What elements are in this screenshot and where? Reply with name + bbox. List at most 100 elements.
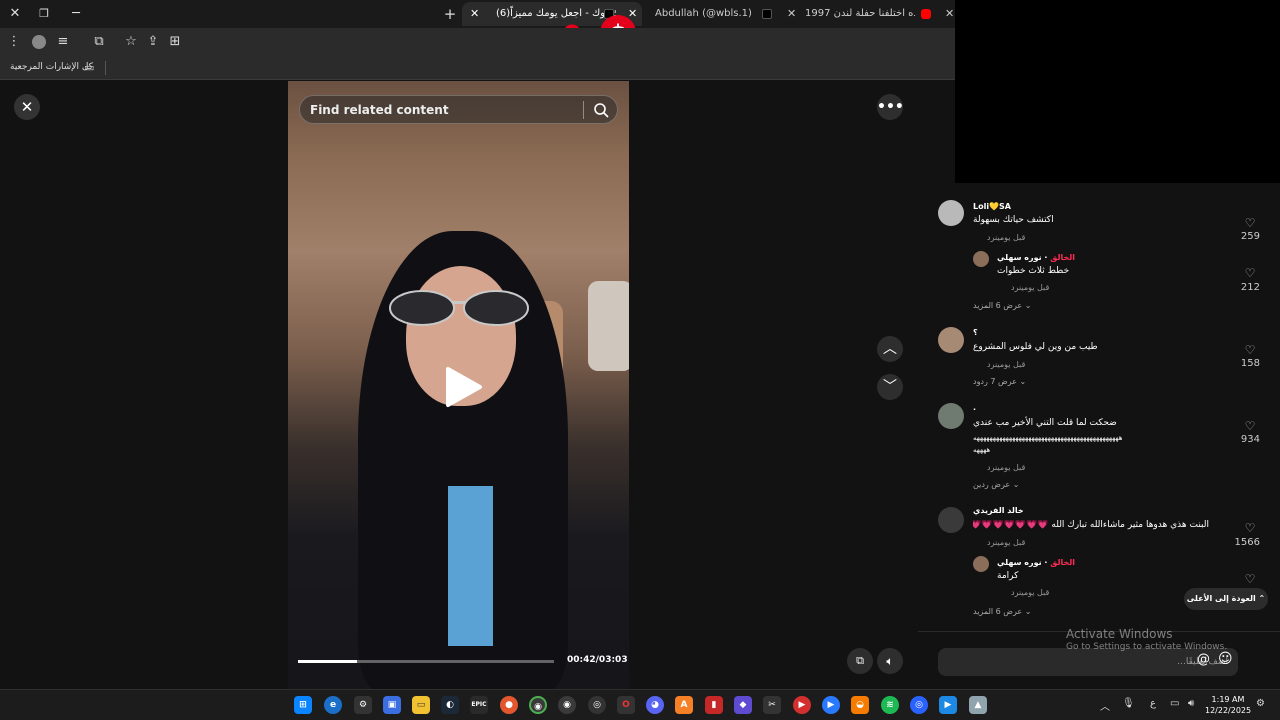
discord-icon[interactable]: ◕	[646, 696, 664, 714]
view-more-replies[interactable]: عرض ردين ⌄	[973, 480, 1019, 489]
video-player[interactable]	[288, 81, 629, 689]
app-icon[interactable]: ▶	[939, 696, 957, 714]
volume-button[interactable]: 🔈︎	[877, 648, 903, 674]
more-options-button[interactable]: •••	[877, 94, 904, 120]
settings-icon[interactable]: ⚙	[354, 696, 372, 714]
reply-username[interactable]: نوره سهلي	[997, 253, 1042, 262]
view-more-replies[interactable]: عرض 6 المزيد ⌄	[973, 301, 1031, 310]
explorer-icon[interactable]: ▭	[412, 696, 430, 714]
like-heart-icon[interactable]: ♡	[1244, 267, 1256, 279]
start-icon[interactable]: ⊞	[294, 696, 312, 714]
capcut-icon[interactable]: ✂	[763, 696, 781, 714]
close-window-icon[interactable]: ✕	[5, 4, 25, 24]
search-input[interactable]	[310, 96, 570, 123]
floating-player-button[interactable]: ⧉	[847, 648, 873, 674]
store-icon[interactable]: ▣	[383, 696, 401, 714]
emoji-icon[interactable]: ☺	[1218, 651, 1233, 667]
edge-icon[interactable]: e	[324, 696, 342, 714]
video-progress-bar[interactable]	[298, 660, 554, 663]
tab-close-icon[interactable]: ✕	[945, 2, 954, 26]
chrome-profile-icon[interactable]: ◉	[558, 696, 576, 714]
like-heart-icon[interactable]: ♡	[1244, 573, 1256, 585]
bookmark-star-icon[interactable]: ☆	[122, 33, 140, 51]
photos-icon[interactable]: ▲	[969, 696, 987, 714]
notifications-icon[interactable]: ⚙	[1256, 698, 1265, 709]
app-icon[interactable]: ◆	[734, 696, 752, 714]
speaker-icon[interactable]: 🔊︎	[1188, 698, 1194, 709]
reply-button[interactable]: رد	[1011, 588, 1019, 597]
tab-youtube[interactable]: ✕ محمد عبده اختلفنا حفلة لندن 1997 ✕	[785, 2, 955, 26]
reply-button[interactable]: رد	[1011, 283, 1019, 292]
video-person-shirt	[448, 486, 493, 646]
avatar[interactable]	[938, 507, 964, 533]
tray-chevron-icon[interactable]: ︿	[1100, 698, 1110, 713]
back-to-top-button[interactable]: العودة إلى الأعلى ⌃	[1184, 588, 1268, 610]
opera-icon[interactable]: O	[617, 696, 635, 714]
like-heart-icon[interactable]: ♡	[1244, 344, 1256, 356]
menu-dots-icon[interactable]: ⋮	[5, 33, 23, 51]
next-video-button[interactable]: ﹀	[877, 374, 903, 400]
language-indicator[interactable]: ع	[1150, 698, 1156, 709]
creator-tag: الخالق	[1050, 558, 1075, 567]
media-controls-icon[interactable]: ≡	[54, 33, 72, 51]
reply-button[interactable]: رد	[987, 233, 995, 242]
search-icon[interactable]	[593, 102, 609, 118]
comment-username[interactable]: خالد الفريدي	[973, 506, 1024, 515]
all-bookmarks-link[interactable]: كل الإشارات المرجعية	[10, 62, 93, 72]
app-icon[interactable]: ●	[500, 696, 518, 714]
app-icon[interactable]: ▶	[822, 696, 840, 714]
like-heart-icon[interactable]: ♡	[1244, 522, 1256, 534]
tab-close-icon[interactable]: ✕	[787, 2, 796, 26]
app-icon[interactable]: ◎	[910, 696, 928, 714]
reply-button[interactable]: رد	[987, 538, 995, 547]
avatar[interactable]	[973, 556, 989, 572]
spotify-icon[interactable]: ≋	[881, 696, 899, 714]
close-video-button[interactable]: ✕	[14, 94, 40, 120]
like-heart-icon[interactable]: ♡	[1244, 420, 1256, 432]
comment-username[interactable]: ؟	[973, 328, 978, 337]
restore-window-icon[interactable]: ❐	[34, 4, 54, 24]
app-icon[interactable]: ◎	[588, 696, 606, 714]
network-icon[interactable]: ▭	[1170, 698, 1179, 709]
view-more-replies[interactable]: عرض 6 المزيد ⌄	[973, 607, 1031, 616]
play-icon[interactable]	[440, 365, 484, 409]
tab-close-icon[interactable]: ✕	[470, 2, 479, 26]
comment-text-continued: هههههههههههههههههههههههههههههههههههههههه…	[973, 434, 1123, 442]
creator-tag: الخالق	[1050, 253, 1075, 262]
microphone-icon[interactable]: 🎙︎	[1122, 698, 1135, 709]
app-icon[interactable]: ▮	[705, 696, 723, 714]
reply-button[interactable]: رد	[987, 360, 995, 369]
view-more-replies[interactable]: عرض 7 ردود ⌄	[973, 377, 1026, 386]
app-icon-active[interactable]: ◒	[851, 696, 869, 714]
mention-icon[interactable]: @	[1197, 652, 1210, 667]
clock-time: 1:19 AM	[1211, 695, 1245, 704]
comment-input[interactable]	[938, 648, 1238, 676]
epic-games-icon[interactable]: EPIC	[470, 696, 488, 714]
avatar[interactable]	[938, 200, 964, 226]
system-clock[interactable]: 1:19 AM 12/22/2025	[1205, 694, 1251, 716]
steam-icon[interactable]: ◐	[441, 696, 459, 714]
reply-username[interactable]: نوره سهلي	[997, 558, 1042, 567]
chrome-icon[interactable]: ◉	[529, 696, 547, 714]
youtube-favicon-icon	[921, 9, 931, 19]
comment-username[interactable]: .	[973, 403, 976, 412]
tab-tiktok-profile[interactable]: Abdullah (@wbls.1) | TikTok	[650, 2, 780, 26]
profile-avatar[interactable]	[30, 33, 48, 51]
tab-title: Abdullah (@wbls.1) | TikTok	[655, 8, 755, 19]
previous-video-button[interactable]: ︿	[877, 336, 903, 362]
reply-button[interactable]: رد	[987, 463, 995, 472]
minimize-window-icon[interactable]: ─	[66, 4, 86, 24]
extensions-icon[interactable]: ⧉	[90, 33, 108, 51]
comment-username[interactable]: Loli💛SA	[973, 202, 1011, 211]
avatar[interactable]	[938, 327, 964, 353]
comment-time: قبل يومين	[1018, 283, 1050, 292]
avatar[interactable]	[973, 251, 989, 267]
translate-icon[interactable]: ⊞	[166, 33, 184, 51]
app-icon[interactable]: A	[675, 696, 693, 714]
activate-windows-watermark: Activate Windows Go to Settings to activ…	[1066, 627, 1227, 652]
like-heart-icon[interactable]: ♡	[1244, 217, 1256, 229]
new-tab-icon[interactable]: +	[440, 4, 460, 24]
share-icon[interactable]: ⇪	[144, 33, 162, 51]
app-icon[interactable]: ▶	[793, 696, 811, 714]
avatar[interactable]	[938, 403, 964, 429]
